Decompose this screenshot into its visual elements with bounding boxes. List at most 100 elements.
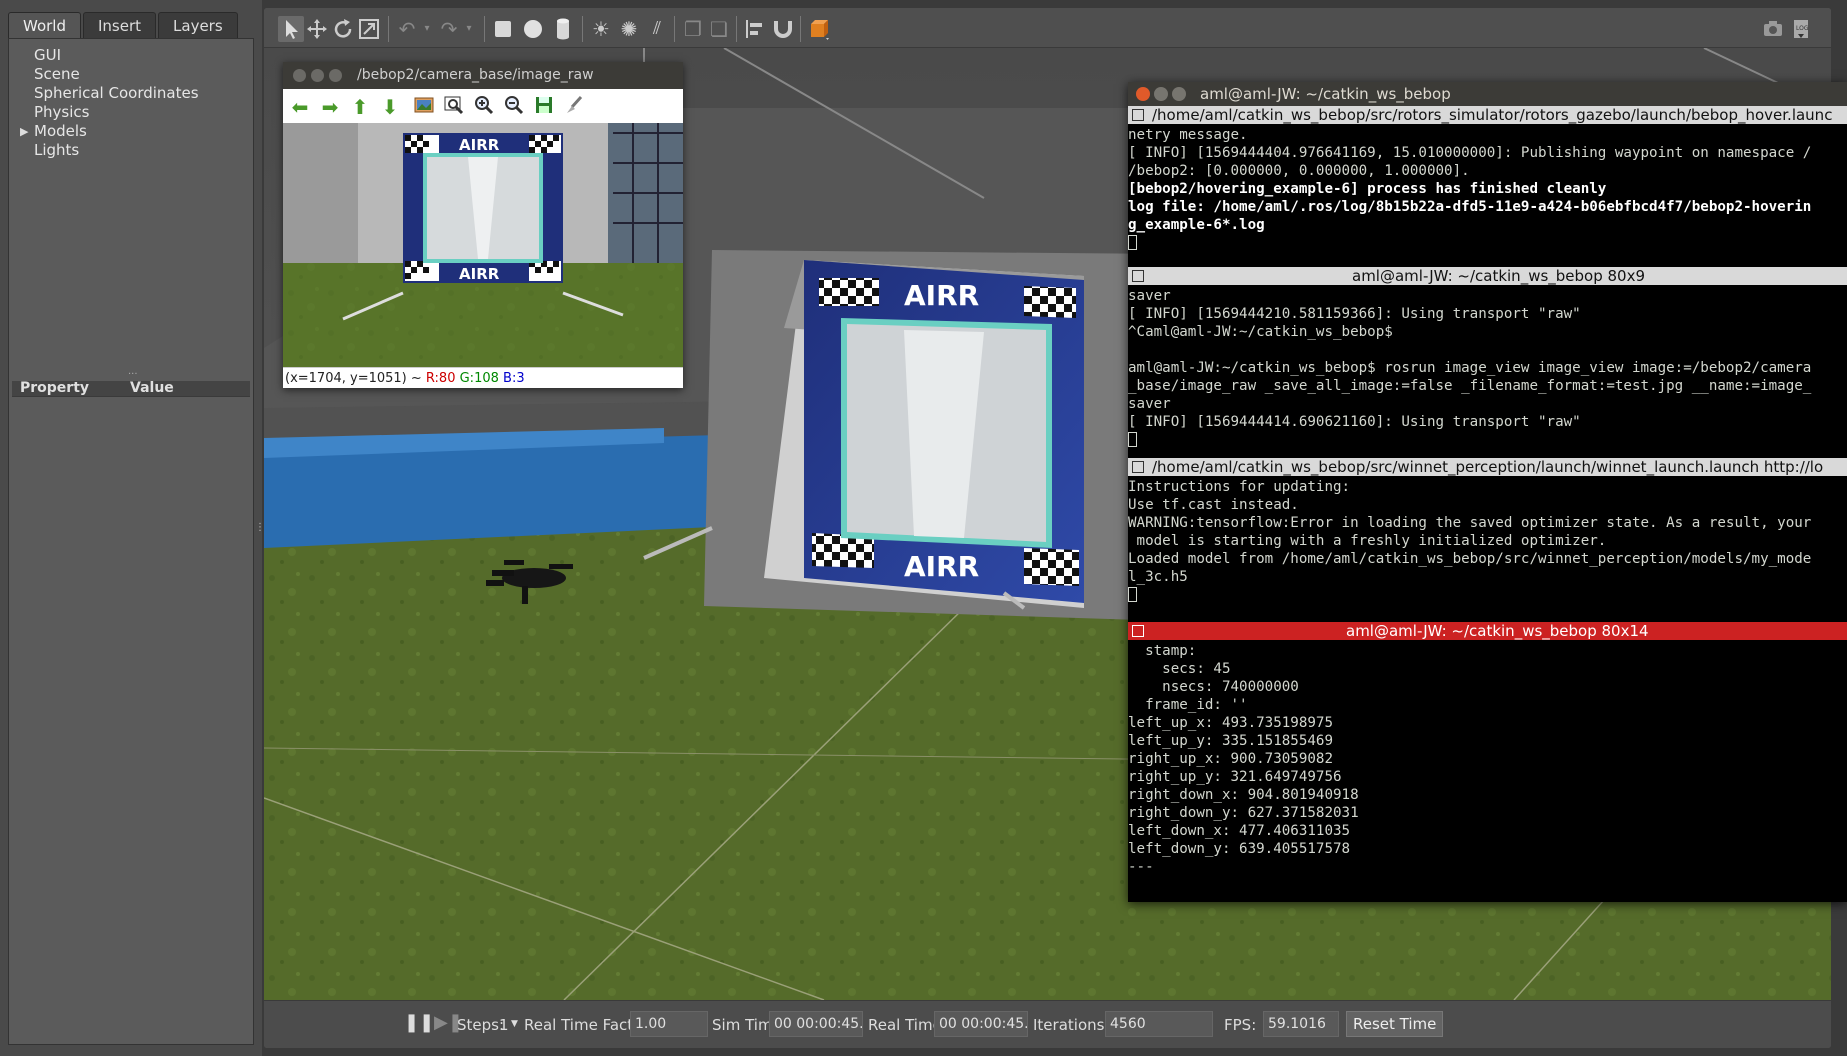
minimize-icon[interactable] — [1154, 87, 1168, 101]
sim-time-field: 00 00:00:45.600 — [769, 1011, 863, 1037]
pane-4-title: aml@aml-JW: ~/catkin_ws_bebop 80x14 — [1346, 622, 1649, 640]
terminal-line: --- — [1128, 859, 1154, 875]
view-angle-icon[interactable] — [806, 16, 832, 42]
select-icon[interactable] — [278, 16, 304, 42]
tree-item-lights[interactable]: Lights — [34, 141, 79, 159]
pane-3-header[interactable]: /home/aml/catkin_ws_bebop/src/winnet_per… — [1128, 458, 1847, 476]
rotate-icon[interactable] — [330, 16, 356, 42]
tree-item-spherical-coordinates[interactable]: Spherical Coordinates — [34, 84, 199, 102]
spot-light-icon[interactable]: ✺ — [616, 16, 642, 42]
steps-value[interactable]: 1 — [499, 1016, 509, 1034]
world-tree: GUI Scene Spherical Coordinates Physics … — [8, 38, 254, 1045]
tree-item-scene[interactable]: Scene — [34, 65, 80, 83]
pane-4-output[interactable]: stamp: secs: 45 nsecs: 740000000 frame_i… — [1128, 642, 1847, 892]
cylinder-icon[interactable] — [550, 16, 576, 42]
zoom-fit-icon[interactable] — [441, 94, 467, 120]
log-icon[interactable]: LOG — [1788, 16, 1814, 42]
arrow-left-icon[interactable]: ⬅ — [287, 94, 313, 120]
terminal-line: Loaded model from /home/aml/catkin_ws_be… — [1128, 551, 1812, 567]
close-icon[interactable] — [293, 69, 306, 82]
image-icon[interactable] — [411, 94, 437, 120]
zoom-in-icon[interactable] — [471, 94, 497, 120]
terminal-line: _base/image_raw _save_all_image:=false _… — [1128, 378, 1812, 394]
terminal-line: l_3c.h5 — [1128, 569, 1188, 585]
image-view-title: /bebop2/camera_base/image_raw — [357, 67, 594, 83]
camera-gate-label-bottom: AIRR — [459, 265, 500, 283]
arrow-up-icon[interactable]: ⬆ — [347, 94, 373, 120]
fps-label: FPS: — [1224, 1016, 1257, 1034]
left-tabs: World Insert Layers — [8, 12, 238, 38]
property-column-header: Property — [20, 380, 90, 396]
copy-icon[interactable]: ❐ — [680, 16, 706, 42]
camera-image[interactable]: AIRR AIRR — [283, 123, 683, 367]
paste-icon[interactable]: ❏ — [706, 16, 732, 42]
tab-layers[interactable]: Layers — [158, 12, 238, 38]
terminal-titlebar[interactable]: aml@aml-JW: ~/catkin_ws_bebop — [1128, 82, 1847, 106]
scale-icon[interactable] — [356, 16, 382, 42]
pane-3-output[interactable]: Instructions for updating: Use tf.cast in… — [1128, 478, 1847, 606]
terminal-line: [ INFO] [1569444414.690621160]: Using tr… — [1128, 414, 1581, 430]
save-icon[interactable] — [531, 94, 557, 120]
sphere-icon[interactable] — [520, 16, 546, 42]
camera-gate-label: AIRR — [459, 136, 500, 154]
terminal-line: model is starting with a freshly initial… — [1128, 533, 1607, 549]
terminal-line: [ INFO] [1569444404.976641169, 15.010000… — [1128, 145, 1812, 161]
pane-3-title: /home/aml/catkin_ws_bebop/src/winnet_per… — [1152, 458, 1824, 476]
terminal-line: Use tf.cast instead. — [1128, 497, 1299, 513]
gate-label-bottom: AIRR — [904, 550, 979, 583]
terminal-cursor — [1128, 587, 1137, 602]
pane-1-output[interactable]: netry message. [ INFO] [1569444404.976641… — [1128, 126, 1847, 254]
terminal-cursor — [1128, 235, 1137, 250]
steps-dropdown-icon[interactable]: ▼ — [511, 1019, 518, 1029]
maximize-icon[interactable] — [329, 69, 342, 82]
fps-field: 59.1016 — [1263, 1011, 1339, 1037]
zoom-out-icon[interactable] — [501, 94, 527, 120]
tree-item-models[interactable]: Models — [34, 122, 87, 140]
maximize-icon[interactable] — [1172, 87, 1186, 101]
directional-light-icon[interactable]: ⫽ — [644, 16, 670, 42]
box-icon[interactable] — [490, 16, 516, 42]
pause-icon[interactable]: ❚❚ — [404, 1012, 434, 1033]
arrow-right-icon[interactable]: ➡ — [317, 94, 343, 120]
tree-item-physics[interactable]: Physics — [34, 103, 89, 121]
terminal-line: left_down_y: 639.405517578 — [1128, 841, 1351, 857]
arrow-down-icon[interactable]: ⬇ — [377, 94, 403, 120]
pane-2-header[interactable]: aml@aml-JW: ~/catkin_ws_bebop 80x9 — [1128, 267, 1847, 285]
terminal-line: frame_id: '' — [1128, 697, 1248, 713]
terminal-line: saver — [1128, 396, 1171, 412]
pane-4-header[interactable]: aml@aml-JW: ~/catkin_ws_bebop 80x14 — [1128, 622, 1847, 640]
image-view-titlebar[interactable]: /bebop2/camera_base/image_raw — [283, 62, 683, 89]
expand-arrow-icon[interactable]: ▶ — [20, 125, 28, 138]
terminal-title: aml@aml-JW: ~/catkin_ws_bebop — [1200, 85, 1451, 103]
terminal-line: aml@aml-JW:~/catkin_ws_bebop$ rosrun ima… — [1128, 360, 1812, 376]
terminal-window: aml@aml-JW: ~/catkin_ws_bebop /home/aml/… — [1128, 82, 1847, 902]
pane-1-title: /home/aml/catkin_ws_bebop/src/rotors_sim… — [1152, 106, 1833, 124]
terminal-line: Instructions for updating: — [1128, 479, 1351, 495]
terminal-cursor — [1128, 432, 1137, 447]
reset-time-button[interactable]: Reset Time — [1346, 1011, 1444, 1037]
screenshot-icon[interactable] — [1760, 16, 1786, 42]
tab-insert[interactable]: Insert — [83, 12, 157, 38]
splitter-handle-icon[interactable]: ··· — [128, 370, 142, 380]
tree-item-gui[interactable]: GUI — [34, 46, 61, 64]
svg-text:LOG: LOG — [1796, 25, 1809, 32]
pixel-coordinates: (x=1704, y=1051) ~ — [285, 371, 426, 386]
minimize-icon[interactable] — [311, 69, 324, 82]
terminal-line: g_example-6*.log — [1128, 217, 1265, 233]
panel-grip-icon[interactable]: ⋮ — [255, 522, 265, 536]
align-icon[interactable] — [742, 16, 768, 42]
pane-2-output[interactable]: saver [ INFO] [1569444210.581159366]: Usi… — [1128, 287, 1847, 451]
redo-dropdown-icon[interactable]: ▾ — [456, 16, 482, 42]
point-light-icon[interactable]: ☀ — [588, 16, 614, 42]
snap-icon[interactable] — [770, 16, 796, 42]
terminal-line: saver — [1128, 288, 1171, 304]
brush-icon[interactable] — [561, 94, 587, 120]
close-icon[interactable] — [1136, 87, 1150, 101]
terminal-line: left_down_x: 477.406311035 — [1128, 823, 1351, 839]
terminal-line: right_up_y: 321.649749756 — [1128, 769, 1342, 785]
value-column-header: Value — [130, 380, 174, 396]
pane-1-header[interactable]: /home/aml/catkin_ws_bebop/src/rotors_sim… — [1128, 106, 1847, 124]
tab-world[interactable]: World — [8, 12, 81, 38]
translate-icon[interactable] — [304, 16, 330, 42]
